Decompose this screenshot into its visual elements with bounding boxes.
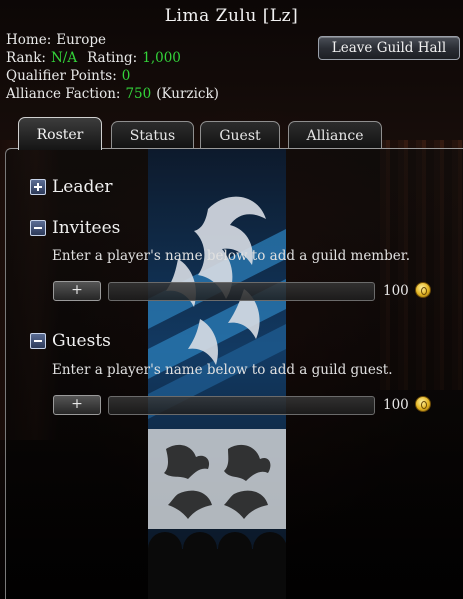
- tab-status[interactable]: Status: [111, 121, 194, 149]
- guests-section-header[interactable]: Guests: [30, 331, 111, 351]
- tab-alliance[interactable]: Alliance: [288, 121, 382, 149]
- qualifier-label: Qualifier Points:: [6, 68, 117, 84]
- tab-roster[interactable]: Roster: [18, 117, 102, 150]
- leader-section-header[interactable]: Leader: [30, 177, 113, 197]
- add-invitee-button[interactable]: +: [53, 281, 101, 301]
- invitee-cost: 100: [383, 283, 409, 299]
- guests-label: Guests: [52, 331, 111, 351]
- qualifier-value: 0: [121, 68, 131, 84]
- faction-label: Alliance Faction:: [6, 86, 121, 102]
- rank-row: Rank: N/A Rating: 1,000: [6, 49, 181, 67]
- faction-value: 750: [125, 86, 152, 102]
- rank-value: N/A: [50, 50, 78, 66]
- tab-guest[interactable]: Guest: [200, 121, 280, 149]
- guest-name-input[interactable]: [108, 396, 375, 415]
- invitees-section-header[interactable]: Invitees: [30, 218, 120, 238]
- gold-coin-icon: [415, 282, 431, 298]
- leave-guild-hall-button[interactable]: Leave Guild Hall: [318, 36, 460, 60]
- home-value: Europe: [56, 32, 107, 48]
- minus-box-icon: [30, 220, 46, 236]
- faction-row: Alliance Faction: 750 (Kurzick): [6, 85, 219, 103]
- guild-title: Lima Zulu [Lz]: [164, 6, 299, 26]
- plus-box-icon: [30, 179, 46, 195]
- invitees-description: Enter a player's name below to add a gui…: [52, 248, 411, 264]
- add-guest-button[interactable]: +: [53, 395, 101, 415]
- faction-side: (Kurzick): [156, 86, 219, 102]
- invitee-name-input[interactable]: [108, 282, 375, 301]
- rating-label: Rating:: [87, 50, 138, 66]
- minus-box-icon: [30, 333, 46, 349]
- home-row: Home: Europe: [6, 31, 106, 49]
- guest-cost: 100: [383, 397, 409, 413]
- gold-coin-icon: [415, 396, 431, 412]
- roster-panel: Leader Invitees Enter a player's name be…: [5, 148, 463, 599]
- guests-description: Enter a player's name below to add a gui…: [52, 362, 393, 378]
- rating-value: 1,000: [142, 50, 181, 66]
- qualifier-row: Qualifier Points: 0: [6, 67, 130, 85]
- rank-label: Rank:: [6, 50, 46, 66]
- home-label: Home:: [6, 32, 52, 48]
- invitees-label: Invitees: [52, 218, 121, 238]
- leader-label: Leader: [52, 177, 113, 197]
